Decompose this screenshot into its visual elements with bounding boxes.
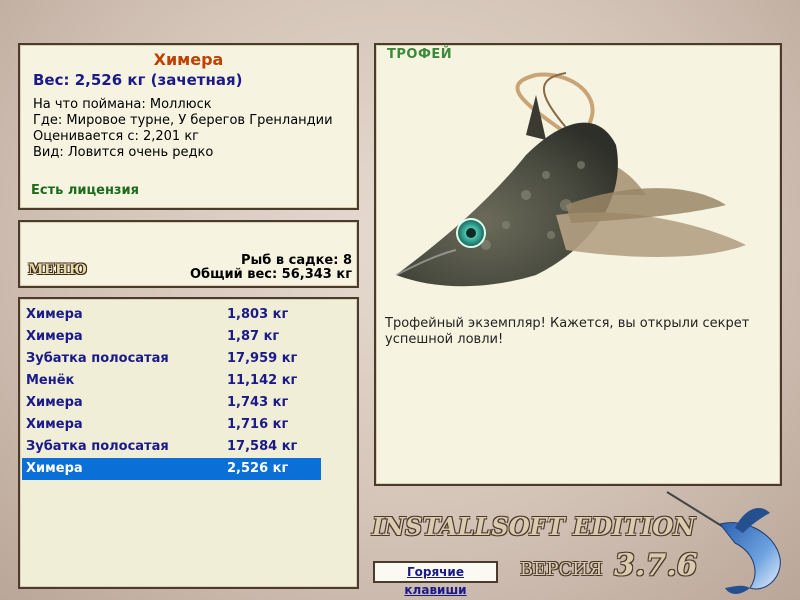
- marlin-logo: [666, 491, 781, 594]
- catch-row[interactable]: Зубатка полосатая 17,959 кг: [22, 348, 321, 370]
- catch-row-name: Зубатка полосатая: [26, 351, 169, 366]
- fish-image: [395, 72, 746, 287]
- catch-row-name: Зубатка полосатая: [26, 439, 169, 454]
- catch-row-weight: 2,526 кг: [227, 461, 289, 476]
- catch-row-name: Химера: [26, 307, 83, 322]
- catch-row-weight: 1,716 кг: [227, 417, 289, 432]
- catch-row-name: Химера: [26, 395, 83, 410]
- license-status: Есть лицензия: [31, 183, 139, 198]
- catch-location: Где: Мировое турне, У берегов Гренландии: [33, 113, 333, 128]
- menu-button[interactable]: МЕНЮ: [28, 262, 87, 278]
- catch-row[interactable]: Химера 2,526 кг: [22, 458, 321, 480]
- fish-title: Химера: [153, 50, 224, 69]
- version-label: ВЕРСИЯ: [520, 559, 603, 580]
- catch-list: Химера 1,803 кг Химера 1,87 кг Зубатка полос…: [18, 297, 359, 589]
- fish-count: Рыб в садке: 8: [240, 253, 352, 268]
- catch-row[interactable]: Химера 1,803 кг: [22, 304, 321, 326]
- catch-row-weight: 1,803 кг: [227, 307, 289, 322]
- catch-row[interactable]: Менёк 11,142 кг: [22, 370, 321, 392]
- catch-row-name: Химера: [26, 461, 83, 476]
- valued-from: Оценивается с: 2,201 кг: [33, 129, 200, 144]
- catch-row-name: Менёк: [26, 373, 75, 388]
- catch-row-name: Химера: [26, 417, 83, 432]
- brand-label: INSTALLSOFT EDITION: [372, 512, 696, 541]
- menu-panel: МЕНЮ Рыб в садке: 8 Общий вес: 56,343 кг: [18, 220, 359, 288]
- fish-rarity: Вид: Ловится очень редко: [33, 145, 214, 160]
- total-weight: Общий вес: 56,343 кг: [189, 267, 352, 282]
- hotkeys-button[interactable]: Горячие клавиши: [373, 561, 498, 597]
- catch-row-weight: 11,142 кг: [227, 373, 298, 388]
- catch-row-weight: 1,87 кг: [227, 329, 280, 344]
- fish-weight: Вес: 2,526 кг (зачетная): [33, 71, 243, 89]
- catch-row[interactable]: Зубатка полосатая 17,584 кг: [22, 436, 321, 458]
- trophy-panel: ТРОФЕЙ Трофейный экземпляр! Кажется, вы …: [374, 43, 782, 486]
- catch-row-name: Химера: [26, 329, 83, 344]
- catch-row-weight: 17,959 кг: [227, 351, 298, 366]
- fish-info-panel: Химера Вес: 2,526 кг (зачетная) На что п…: [18, 43, 359, 210]
- catch-row[interactable]: Химера 1,716 кг: [22, 414, 321, 436]
- catch-row-weight: 17,584 кг: [227, 439, 298, 454]
- catch-row[interactable]: Химера 1,87 кг: [22, 326, 321, 348]
- trophy-text: Трофейный экземпляр! Кажется, вы открыли…: [385, 316, 750, 347]
- caught-on: На что поймана: Моллюск: [33, 97, 212, 112]
- catch-row[interactable]: Химера 1,743 кг: [22, 392, 321, 414]
- catch-row-weight: 1,743 кг: [227, 395, 289, 410]
